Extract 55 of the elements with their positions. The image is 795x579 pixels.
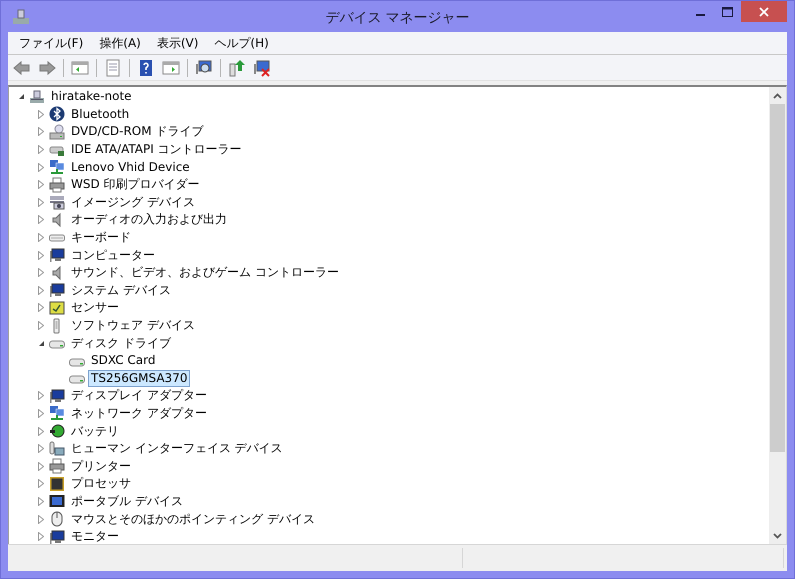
- tree-item[interactable]: イメージング デバイス: [68, 194, 198, 211]
- sensor-icon: [49, 300, 65, 316]
- monitor-icon: [49, 247, 65, 264]
- tree-item[interactable]: バッテリ: [68, 422, 122, 440]
- tree-item[interactable]: プロセッサ: [68, 475, 134, 492]
- computer-icon: [29, 88, 45, 105]
- mouse-icon: [49, 511, 65, 528]
- battery-icon: [49, 423, 65, 440]
- tree-item[interactable]: TS256GMSA370: [88, 370, 190, 387]
- menu-item[interactable]: 表示(V): [148, 32, 206, 54]
- monitor-icon: [49, 282, 65, 298]
- portable-device-icon: [49, 493, 65, 510]
- maximize-icon: [722, 6, 733, 16]
- tree-item[interactable]: ポータブル デバイス: [68, 492, 186, 510]
- tree-item[interactable]: SDXC Card: [88, 352, 158, 370]
- tree-item[interactable]: ディスプレイ アダプター: [68, 387, 210, 404]
- scanner-icon: [49, 194, 65, 210]
- menu-item[interactable]: ファイル(F): [11, 32, 92, 54]
- minimize-icon: [696, 14, 705, 16]
- tree-item[interactable]: DVD/CD-ROM ドライブ: [68, 123, 206, 140]
- tree-item[interactable]: ネットワーク アダプター: [68, 404, 210, 422]
- network-icon: [49, 159, 65, 176]
- tree-item[interactable]: プリンター: [68, 458, 134, 475]
- close-button[interactable]: [741, 1, 787, 22]
- network-icon: [49, 405, 65, 422]
- tree-item[interactable]: サウンド、ビデオ、およびゲーム コントローラー: [68, 264, 342, 282]
- tree-item[interactable]: センサー: [68, 299, 122, 316]
- tree-item[interactable]: キーボード: [68, 229, 134, 246]
- printer-icon: [49, 176, 65, 193]
- tree-item[interactable]: マウスとそのほかのポインティング デバイス: [68, 510, 318, 528]
- window-title: デバイス マネージャー: [325, 8, 470, 26]
- tree-item[interactable]: ソフトウェア デバイス: [68, 317, 198, 334]
- tree-item[interactable]: システム デバイス: [68, 282, 174, 299]
- bluetooth-icon: [49, 106, 65, 122]
- computer-icon: [12, 8, 30, 26]
- menu-item[interactable]: ヘルプ(H): [206, 32, 277, 54]
- scrollbar-thumb[interactable]: [770, 104, 785, 452]
- tree-item[interactable]: モニター: [68, 528, 122, 544]
- monitor-icon: [49, 388, 65, 404]
- disc-drive-icon: [49, 124, 65, 140]
- tree-item[interactable]: hiratake-note: [48, 88, 135, 106]
- close-icon: [759, 6, 769, 16]
- tree-item[interactable]: オーディオの入力および出力: [68, 211, 230, 228]
- tree-item[interactable]: ヒューマン インターフェイス デバイス: [68, 440, 286, 458]
- tree-item[interactable]: Lenovo Vhid Device: [68, 158, 193, 176]
- scrollbar[interactable]: [769, 87, 786, 544]
- processor-icon: [49, 476, 65, 492]
- input-device-icon: [49, 440, 65, 457]
- tree-item[interactable]: ディスク ドライブ: [68, 334, 174, 352]
- tree-item[interactable]: Bluetooth: [68, 106, 132, 123]
- tree-item[interactable]: WSD 印刷プロバイダー: [68, 176, 203, 194]
- printer-icon: [49, 458, 65, 474]
- tree-item[interactable]: IDE ATA/ATAPI コントローラー: [68, 141, 245, 158]
- tree-item[interactable]: コンピューター: [68, 246, 158, 264]
- menu-item[interactable]: 操作(A): [91, 32, 149, 54]
